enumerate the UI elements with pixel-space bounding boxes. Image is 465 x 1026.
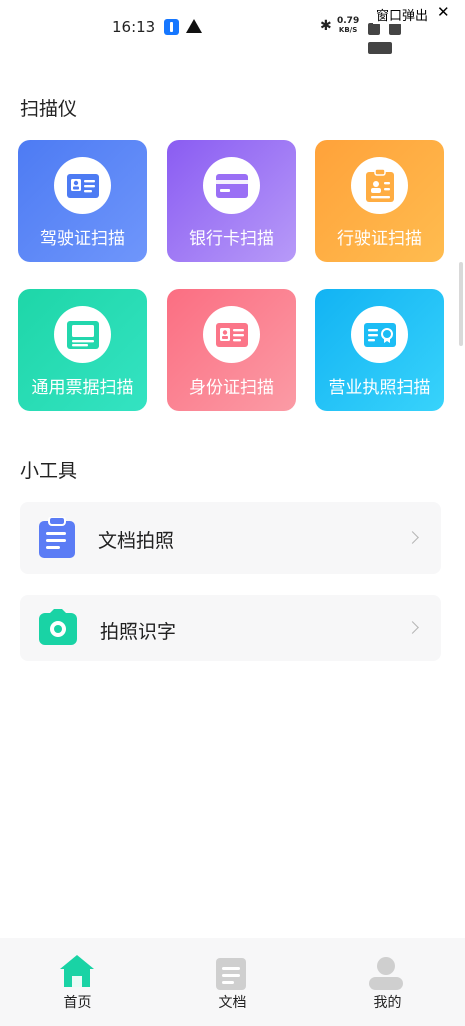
tab-documents-label: 文档	[218, 995, 247, 1011]
business-license-icon	[351, 306, 408, 363]
chevron-right-icon	[406, 531, 419, 544]
tab-home[interactable]: 首页	[0, 938, 155, 1026]
photo-ocr-item[interactable]: 拍照识字	[20, 595, 441, 661]
status-time: 16:13	[112, 18, 156, 36]
popup-window-label[interactable]: 窗口弹出	[373, 5, 432, 24]
network-speed: 0.79 KB/S	[337, 17, 359, 35]
signal-icon	[368, 23, 380, 35]
network-speed-value: 0.79	[337, 16, 360, 26]
network-speed-unit: KB/S	[338, 26, 358, 34]
tab-profile[interactable]: 我的	[310, 938, 465, 1026]
usb-icon	[164, 19, 179, 35]
clipboard-document-icon	[38, 516, 76, 563]
warning-icon	[186, 19, 202, 33]
battery-icon	[368, 42, 392, 54]
scanner-section-title: 扫描仪	[20, 98, 78, 120]
scrollbar[interactable]	[459, 262, 463, 346]
tab-home-label: 首页	[63, 995, 92, 1011]
bluetooth-icon: ✱	[320, 18, 332, 34]
business-license-scan-label: 营业执照扫描	[328, 378, 431, 398]
business-license-scan-card[interactable]: 营业执照扫描	[315, 289, 444, 411]
document-photo-label: 文档拍照	[98, 530, 175, 552]
driver-license-scan-label: 驾驶证扫描	[40, 229, 125, 249]
tools-section-title: 小工具	[20, 460, 78, 482]
home-icon	[59, 954, 95, 992]
chevron-right-icon	[406, 621, 419, 634]
driver-license-icon	[54, 157, 111, 214]
tab-profile-label: 我的	[373, 995, 402, 1011]
driver-license-scan-card[interactable]: 驾驶证扫描	[18, 140, 147, 262]
receipt-scan-card[interactable]: 通用票据扫描	[18, 289, 147, 411]
vehicle-license-scan-label: 行驶证扫描	[337, 229, 422, 249]
photo-ocr-label: 拍照识字	[100, 621, 177, 643]
document-photo-item[interactable]: 文档拍照	[20, 502, 441, 574]
camera-icon	[38, 609, 78, 651]
popup-close-icon[interactable]: ✕	[437, 3, 450, 21]
bottom-tab-bar: 首页 文档 我的	[0, 938, 465, 1026]
wifi-icon	[389, 23, 402, 35]
vehicle-license-scan-card[interactable]: 行驶证扫描	[315, 140, 444, 262]
document-icon	[215, 957, 247, 995]
receipt-scan-label: 通用票据扫描	[31, 378, 134, 398]
bank-card-scan-label: 银行卡扫描	[189, 229, 274, 249]
vehicle-license-icon	[351, 157, 408, 214]
id-card-scan-card[interactable]: 身份证扫描	[167, 289, 296, 411]
profile-icon	[368, 956, 404, 994]
bank-card-icon	[203, 157, 260, 214]
bank-card-scan-card[interactable]: 银行卡扫描	[167, 140, 296, 262]
status-bar: 16:13 ✱ 0.79 KB/S 窗口弹出 ✕	[0, 0, 465, 56]
id-card-scan-label: 身份证扫描	[189, 378, 274, 398]
id-card-icon	[203, 306, 260, 363]
receipt-icon	[54, 306, 111, 363]
tab-documents[interactable]: 文档	[155, 938, 310, 1026]
